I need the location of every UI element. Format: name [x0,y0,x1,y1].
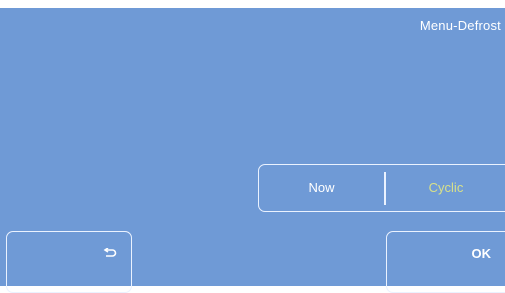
defrost-menu-screen: Menu-Defrost Now Cyclic OK [0,8,505,293]
ok-label: OK [471,246,492,261]
ok-button[interactable]: OK [386,231,505,293]
page-title: Menu-Defrost [419,18,501,33]
defrost-mode-selector: Now Cyclic [258,164,505,212]
back-button[interactable] [6,231,132,293]
mode-now-button[interactable]: Now [259,165,384,210]
mode-cyclic-button[interactable]: Cyclic [386,165,505,210]
return-arrow-icon [103,247,117,259]
